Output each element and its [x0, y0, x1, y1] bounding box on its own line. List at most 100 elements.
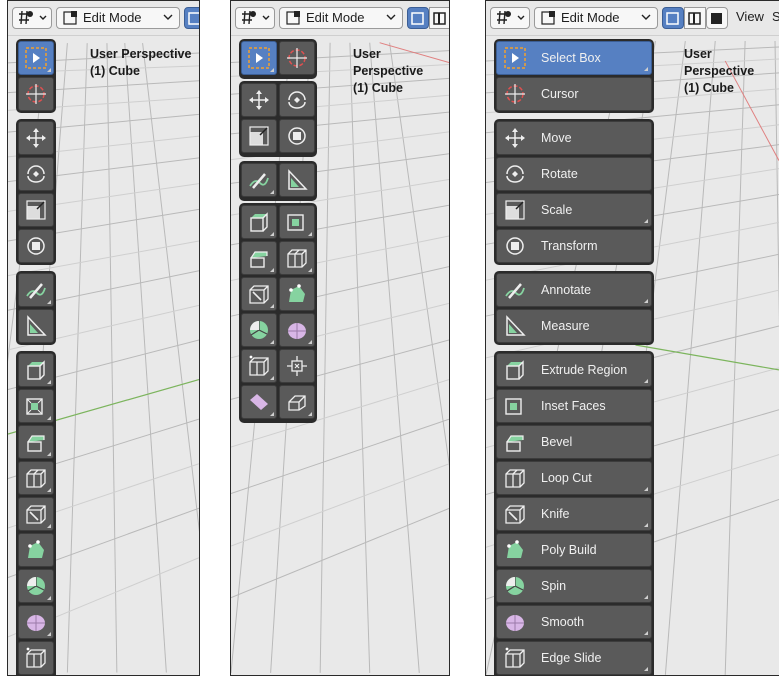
tool-select-box-button[interactable]: [241, 41, 277, 75]
transform-icon: [27, 237, 45, 255]
extrude-region-icon: [506, 360, 524, 380]
tool-select-box-button[interactable]: Select Box: [496, 41, 652, 75]
knife-icon: [505, 505, 525, 524]
mode-select[interactable]: Edit Mode: [56, 7, 180, 29]
tool-transform-button[interactable]: [18, 229, 54, 263]
mode-select[interactable]: Edit Mode: [279, 7, 403, 29]
tool-edge-slide-button[interactable]: [241, 349, 277, 383]
tool-inset-faces-button[interactable]: [18, 389, 54, 423]
face-select-mode-button[interactable]: [706, 7, 728, 29]
tool-move-button[interactable]: [241, 83, 277, 117]
bevel-icon: [27, 435, 45, 452]
viewport-info: User Perspective (1) Cube: [684, 46, 779, 97]
tool-move-button[interactable]: [18, 121, 54, 155]
annotate-icon: [26, 283, 46, 299]
tool-bevel-button[interactable]: Bevel: [496, 425, 652, 459]
scale-icon: [505, 200, 525, 220]
tool-transform-button[interactable]: Transform: [496, 229, 652, 263]
tool-loop-cut-button[interactable]: [18, 461, 54, 495]
tool-spin-button[interactable]: [18, 569, 54, 603]
tool-knife-button[interactable]: [241, 277, 277, 311]
select-menu[interactable]: S: [772, 9, 779, 24]
editor-type-button[interactable]: [490, 7, 530, 29]
scale-icon: [249, 126, 269, 146]
edge-slide-icon: [505, 647, 525, 668]
rotate-icon: [506, 165, 524, 183]
tool-cursor-button[interactable]: Cursor: [496, 77, 652, 111]
tool-knife-button[interactable]: [18, 497, 54, 531]
tool-extrude-region-button[interactable]: Extrude Region: [496, 353, 652, 387]
tool-label: Annotate: [541, 283, 592, 297]
tool-measure-button[interactable]: [279, 163, 315, 197]
tool-select-box-button[interactable]: [18, 41, 54, 75]
tool-label: Scale: [541, 203, 573, 217]
tool-cursor-button[interactable]: [18, 77, 54, 111]
move-icon: [249, 90, 269, 110]
tool-scale-button[interactable]: [241, 119, 277, 153]
tool-shear-button[interactable]: [241, 385, 277, 419]
editor-type-button[interactable]: [12, 7, 52, 29]
vertex-select-icon: [188, 12, 199, 25]
face-select-icon: [711, 13, 722, 24]
poly-build-icon: [507, 540, 523, 558]
tool-move-button[interactable]: Move: [496, 121, 652, 155]
tool-rotate-button[interactable]: Rotate: [496, 157, 652, 191]
tool-smooth-button[interactable]: Smooth: [496, 605, 652, 639]
tool-annotate-button[interactable]: [241, 163, 277, 197]
vertex-select-mode-button[interactable]: [184, 7, 199, 29]
loop-cut-icon: [505, 469, 525, 488]
tool-rotate-button[interactable]: [279, 83, 315, 117]
tool-scale-button[interactable]: [18, 193, 54, 227]
tool-measure-button[interactable]: [18, 309, 54, 343]
vertex-select-mode-button[interactable]: [407, 7, 429, 29]
measure-icon: [506, 315, 526, 336]
tool-edge-slide-button[interactable]: Edge Slide: [496, 641, 652, 675]
tool-cursor-button[interactable]: [279, 41, 315, 75]
loop-cut-icon: [26, 469, 46, 488]
tool-scale-button[interactable]: Scale: [496, 193, 652, 227]
spin-icon: [506, 577, 524, 595]
tool-annotate-button[interactable]: Annotate: [496, 273, 652, 307]
toolbar-group-select: [16, 39, 56, 113]
perspective-label: User Perspective: [684, 47, 755, 78]
tool-bevel-button[interactable]: [18, 425, 54, 459]
loop-cut-icon: [287, 249, 307, 268]
tool-extrude-region-button[interactable]: [241, 205, 277, 239]
object-label: (1) Cube: [684, 81, 734, 95]
view-menu[interactable]: View: [736, 9, 764, 24]
tool-poly-build-button[interactable]: [18, 533, 54, 567]
tool-loop-cut-button[interactable]: Loop Cut: [496, 461, 652, 495]
tool-label: Knife: [541, 507, 570, 521]
tool-spin-button[interactable]: [241, 313, 277, 347]
tool-inset-faces-button[interactable]: Inset Faces: [496, 389, 652, 423]
tool-measure-button[interactable]: Measure: [496, 309, 652, 343]
cursor-icon: [505, 84, 525, 104]
tool-edge-slide-button[interactable]: [18, 641, 54, 675]
tool-rotate-button[interactable]: [18, 157, 54, 191]
tool-loop-cut-button[interactable]: [279, 241, 315, 275]
tool-bevel-button[interactable]: [241, 241, 277, 275]
poly-build-icon: [289, 284, 305, 302]
tool-rip-region-button[interactable]: [279, 385, 315, 419]
tool-transform-button[interactable]: [279, 119, 315, 153]
toolbar-group-mesh: [16, 351, 56, 675]
mode-select[interactable]: Edit Mode: [534, 7, 658, 29]
tool-smooth-button[interactable]: [279, 313, 315, 347]
vertex-select-mode-button[interactable]: [662, 7, 684, 29]
tool-knife-button[interactable]: Knife: [496, 497, 652, 531]
toolbar-group-mesh: [239, 203, 317, 423]
viewport-panel-two-columns: Edit Mode User Perspective (1) Cube: [230, 0, 450, 676]
tool-annotate-button[interactable]: [18, 273, 54, 307]
mode-label: Edit Mode: [306, 10, 365, 25]
editor-type-button[interactable]: [235, 7, 275, 29]
tool-spin-button[interactable]: Spin: [496, 569, 652, 603]
tool-extrude-region-button[interactable]: [18, 353, 54, 387]
tool-poly-build-button[interactable]: Poly Build: [496, 533, 652, 567]
tool-inset-faces-button[interactable]: [279, 205, 315, 239]
tool-poly-build-button[interactable]: [279, 277, 315, 311]
tool-smooth-button[interactable]: [18, 605, 54, 639]
tool-shrink-fatten-button[interactable]: [279, 349, 315, 383]
edge-select-mode-button[interactable]: [429, 7, 449, 29]
edge-select-mode-button[interactable]: [684, 7, 706, 29]
viewport-info: User Perspective (1) Cube: [90, 46, 191, 80]
